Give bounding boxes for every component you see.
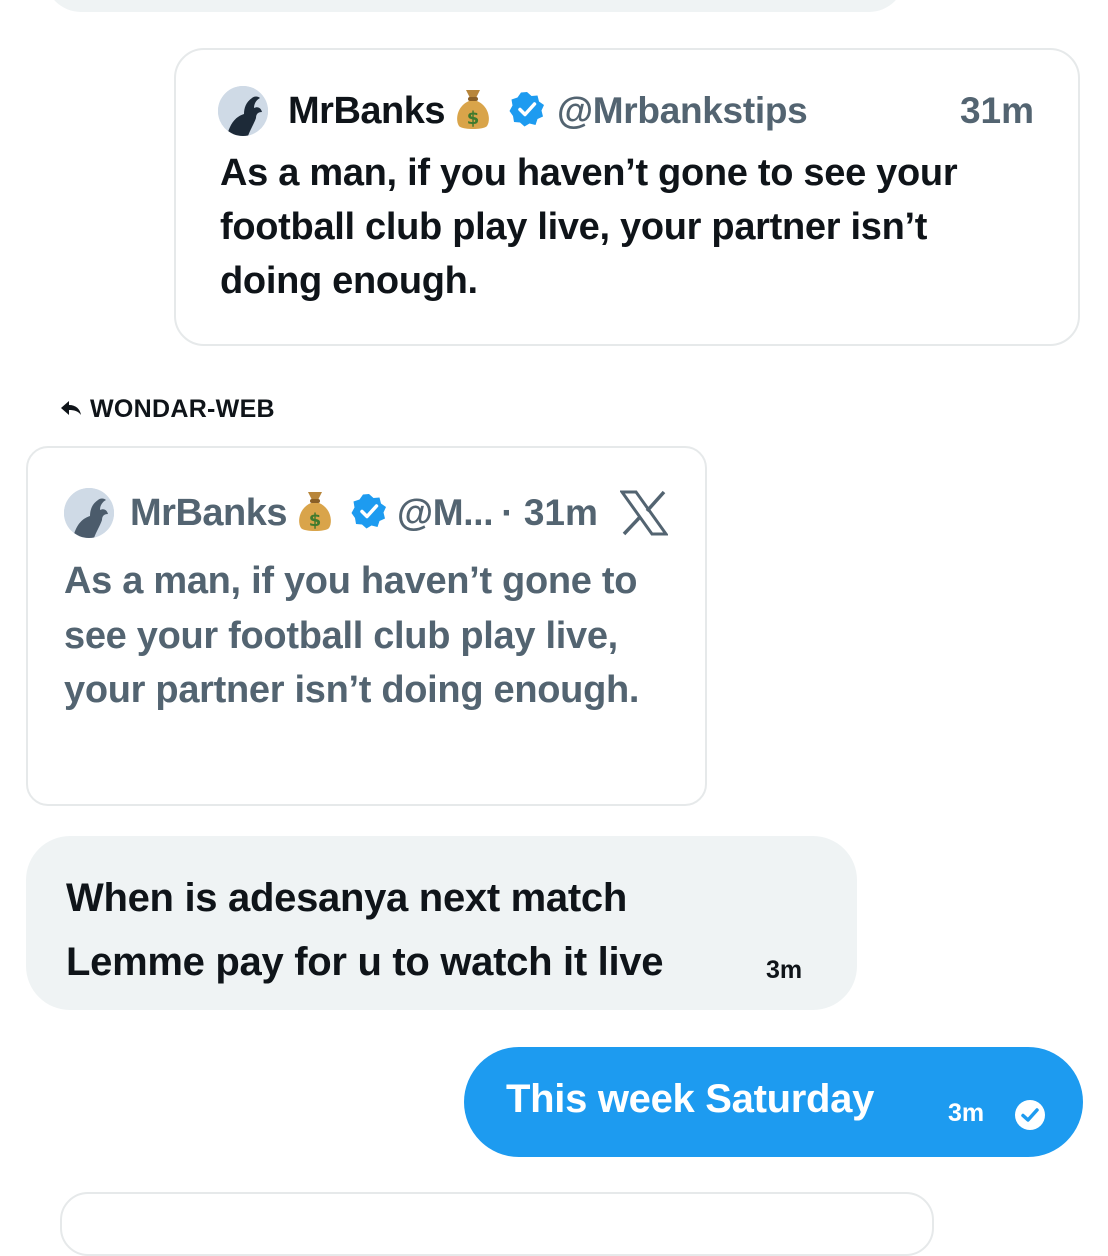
received-message-line: Lemme pay for u to watch it live [66,940,664,984]
embedded-post-header: MrBanks $ @M... · 31m [64,488,665,538]
money-bag-icon: $ [295,488,335,539]
sent-check-icon [1014,1099,1046,1136]
reply-context-label: WONDAR-WEB [60,392,275,426]
quoted-post-header: MrBanks $ @Mrbankstips 31m [218,86,1034,136]
message-time: 3m [948,1099,985,1127]
quoted-post-card[interactable]: MrBanks $ @Mrbankstips 31m As a man, if … [174,48,1080,346]
sent-message-text: This week Saturday [506,1077,875,1121]
verified-badge-icon [509,91,545,132]
author-name[interactable]: MrBanks [288,90,446,133]
embedded-post-text: As a man, if you haven’t gone to see you… [64,560,640,711]
received-message-bubble[interactable]: When is adesanya next match Lemme pay fo… [26,836,857,1010]
svg-text:$: $ [467,108,480,129]
embedded-post-card[interactable]: MrBanks $ @M... · 31m As a man, if you h… [26,446,707,806]
message-time: 3m [766,956,803,984]
post-time: 31m [959,90,1034,131]
author-avatar [64,488,114,538]
author-handle[interactable]: @Mrbankstips [557,90,808,132]
author-name: MrBanks [130,491,288,534]
verified-badge-icon [351,493,387,534]
x-logo-icon [619,490,669,541]
money-bag-icon: $ [453,86,493,137]
reply-label-text: WONDAR-WEB [90,394,275,423]
goat-avatar-icon [218,86,268,136]
author-avatar[interactable] [218,86,268,136]
reply-arrow-icon [60,395,82,424]
next-message-card[interactable] [60,1192,934,1256]
received-message-text: When is adesanya next match Lemme pay fo… [66,866,664,994]
author-handle: @M... [397,492,494,533]
received-message-line: When is adesanya next match [66,876,627,920]
quoted-post-text: As a man, if you haven’t gone to see you… [220,152,958,302]
previous-message-bubble[interactable] [45,0,905,12]
sent-message-bubble[interactable]: This week Saturday 3m [464,1047,1083,1157]
goat-avatar-icon [64,488,114,538]
post-time: · 31m [501,492,598,533]
svg-text:$: $ [309,510,322,531]
